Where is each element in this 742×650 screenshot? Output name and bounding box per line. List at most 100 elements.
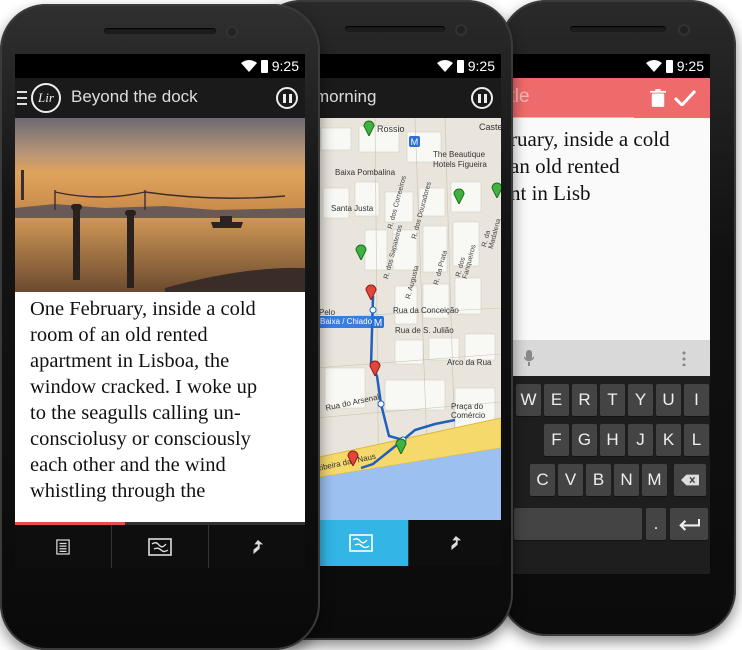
pause-button[interactable] bbox=[471, 87, 493, 109]
key-m[interactable]: M bbox=[642, 464, 667, 496]
story-line: One February, inside a cold bbox=[30, 298, 256, 320]
story-line: apartment in Lisboa, the bbox=[30, 350, 230, 372]
space-key[interactable] bbox=[514, 508, 642, 540]
navigation-icon bbox=[451, 536, 461, 550]
pause-button[interactable] bbox=[276, 87, 298, 109]
status-bar: 9:25 bbox=[15, 54, 305, 78]
note-line: an old rented bbox=[510, 154, 620, 178]
check-icon[interactable] bbox=[674, 90, 696, 106]
key-e[interactable]: E bbox=[544, 384, 569, 416]
enter-icon bbox=[679, 518, 700, 531]
key-n[interactable]: N bbox=[614, 464, 639, 496]
map-pin-red[interactable] bbox=[365, 282, 377, 300]
bottom-tab-bar bbox=[315, 520, 501, 566]
map-pin-green[interactable] bbox=[355, 242, 367, 260]
keyboard: W E R T Y U I F G H J K L C V B N M . bbox=[510, 376, 710, 574]
status-time: 9:25 bbox=[676, 58, 704, 74]
enter-key[interactable] bbox=[670, 508, 708, 540]
map-pin-green[interactable] bbox=[491, 180, 501, 198]
front-camera-icon bbox=[455, 24, 467, 36]
key-g[interactable]: G bbox=[572, 424, 597, 456]
backspace-key[interactable] bbox=[674, 464, 706, 496]
sunset-harbor-image bbox=[15, 118, 305, 292]
map-label: Rua de S. Julião bbox=[395, 326, 454, 335]
map-view[interactable]: Rossio Castel The Beautique Hotels Figue… bbox=[315, 118, 501, 520]
status-time: 9:25 bbox=[271, 58, 299, 74]
key-h[interactable]: H bbox=[600, 424, 625, 456]
map-label: Castel bbox=[479, 122, 501, 132]
tab-navigation[interactable] bbox=[407, 520, 502, 566]
tab-text[interactable] bbox=[15, 525, 111, 568]
key-i[interactable]: I bbox=[684, 384, 709, 416]
trash-icon[interactable] bbox=[650, 88, 666, 108]
key-v[interactable]: V bbox=[558, 464, 583, 496]
wifi-icon bbox=[240, 60, 257, 72]
tab-map[interactable] bbox=[111, 525, 208, 568]
phone-left: 9:25 Lir Beyond the dock One February, i… bbox=[0, 4, 320, 650]
metro-icon: M bbox=[409, 136, 420, 147]
map-label: The Beautique bbox=[433, 150, 486, 159]
key-u[interactable]: U bbox=[656, 384, 681, 416]
phone-right: 9:25 title ruary, inside a cold an old r… bbox=[500, 0, 736, 636]
note-line: ruary, inside a cold bbox=[510, 127, 670, 151]
story-title: Beyond the dock bbox=[71, 87, 198, 106]
bottom-tab-bar bbox=[15, 525, 305, 568]
note-line: nt in Lisb bbox=[510, 181, 591, 205]
svg-text:M: M bbox=[411, 137, 419, 147]
map-label: Santa Justa bbox=[331, 204, 374, 213]
key-r[interactable]: R bbox=[572, 384, 597, 416]
menu-icon[interactable] bbox=[17, 91, 27, 105]
key-l[interactable]: L bbox=[684, 424, 709, 456]
map-pin-green[interactable] bbox=[395, 436, 407, 454]
key-k[interactable]: K bbox=[656, 424, 681, 456]
story-line: window cracked. I woke up bbox=[30, 376, 258, 398]
wifi-icon bbox=[436, 60, 453, 72]
map-label: Rossio bbox=[377, 124, 405, 134]
key-j[interactable]: J bbox=[628, 424, 653, 456]
battery-icon bbox=[665, 59, 673, 73]
story-line: consciolusy or consciously bbox=[30, 428, 251, 450]
suggestion-strip bbox=[510, 340, 710, 376]
svg-text:M: M bbox=[374, 318, 382, 328]
navigation-icon bbox=[253, 539, 264, 554]
status-time: 9:25 bbox=[467, 58, 495, 74]
story-line: room of an old rented bbox=[30, 324, 208, 346]
left-screen: 9:25 Lir Beyond the dock One February, i… bbox=[15, 54, 305, 568]
map-pin-green[interactable] bbox=[363, 118, 375, 136]
battery-icon bbox=[456, 59, 464, 73]
period-key[interactable]: . bbox=[646, 508, 666, 540]
story-title: morning bbox=[315, 87, 377, 106]
key-f[interactable]: F bbox=[544, 424, 569, 456]
story-text-area[interactable]: One February, inside a cold room of an o… bbox=[15, 292, 305, 522]
metro-icon: M bbox=[372, 316, 384, 328]
front-camera-icon bbox=[678, 24, 690, 36]
tab-navigation[interactable] bbox=[208, 525, 305, 568]
tab-map[interactable] bbox=[315, 520, 408, 566]
middle-screen: 9:25 morning Rossio Caste The Beautique … bbox=[315, 54, 501, 566]
story-photo bbox=[15, 118, 305, 292]
key-t[interactable]: T bbox=[600, 384, 625, 416]
key-c[interactable]: C bbox=[530, 464, 555, 496]
more-options-icon[interactable] bbox=[682, 350, 686, 366]
map-label: Pelo bbox=[319, 308, 336, 317]
note-body[interactable]: ruary, inside a cold an old rented nt in… bbox=[510, 118, 710, 340]
key-y[interactable]: Y bbox=[628, 384, 653, 416]
key-b[interactable]: B bbox=[586, 464, 611, 496]
map-pin-green[interactable] bbox=[453, 186, 465, 204]
microphone-icon[interactable] bbox=[524, 350, 534, 366]
speaker-grille bbox=[104, 28, 216, 34]
map-label: Rua da Conceição bbox=[393, 306, 459, 315]
map-label: Baixa / Chiado bbox=[320, 317, 373, 326]
map-pin-red[interactable] bbox=[347, 448, 359, 466]
map-pin-red[interactable] bbox=[369, 358, 381, 376]
app-logo[interactable]: Lir bbox=[31, 83, 61, 113]
status-bar: 9:25 bbox=[315, 54, 501, 78]
map-label: Baixa Pombalina bbox=[335, 168, 396, 177]
key-w[interactable]: W bbox=[516, 384, 541, 416]
title-input[interactable]: title bbox=[510, 78, 634, 118]
text-page-icon bbox=[56, 538, 70, 555]
reader-actionbar: Lir Beyond the dock bbox=[15, 78, 305, 118]
status-bar: 9:25 bbox=[510, 54, 710, 78]
right-screen: 9:25 title ruary, inside a cold an old r… bbox=[510, 54, 710, 574]
battery-icon bbox=[260, 59, 268, 73]
